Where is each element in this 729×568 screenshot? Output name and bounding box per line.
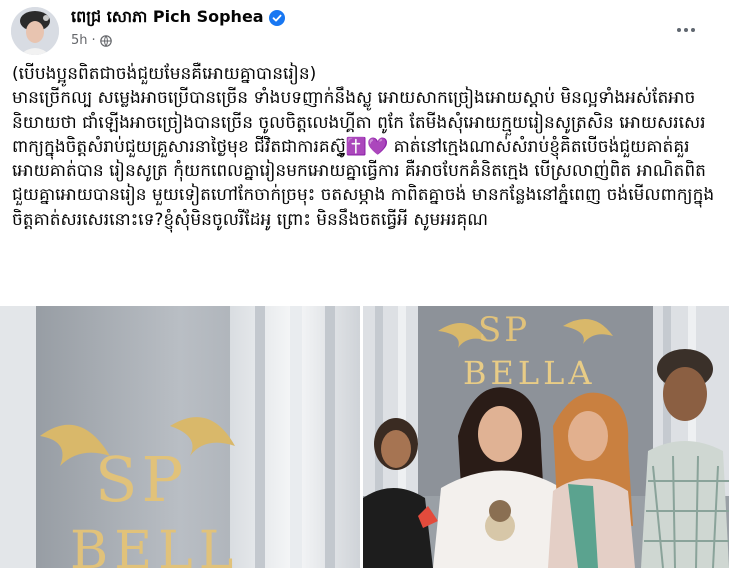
photo-left[interactable]: SP BELL (0, 306, 360, 568)
facebook-post: ពេជ្រ សោភា Pich Sophea 5h · (បើបងប្អូនពិ… (0, 0, 729, 568)
author-avatar[interactable] (11, 7, 59, 55)
verified-badge-icon (268, 10, 285, 26)
author-name[interactable]: ពេជ្រ សោភា Pich Sophea (71, 6, 264, 30)
post-timestamp[interactable]: 5h (71, 33, 88, 48)
post-photos: SP BELL SP BELLA (0, 306, 729, 568)
post-header: ពេជ្រ សោភា Pich Sophea 5h · (0, 0, 729, 62)
post-meta: 5h · (71, 33, 112, 48)
author-name-row: ពេជ្រ សោភា Pich Sophea (71, 7, 285, 29)
svg-text:SP: SP (95, 443, 187, 516)
sign-sp: SP (478, 310, 530, 350)
post-text: (បើបងប្អូនពិតជាចង់ជួយមែនគឺអោយគ្នាបានរៀន)… (12, 64, 715, 230)
more-options-icon[interactable] (669, 16, 703, 44)
svg-text:BELL: BELL (70, 521, 239, 568)
photo-right[interactable]: SP BELLA (363, 306, 729, 568)
meta-separator: · (91, 33, 96, 48)
sign-bella: BELLA (463, 354, 595, 392)
globe-icon[interactable] (99, 34, 112, 47)
